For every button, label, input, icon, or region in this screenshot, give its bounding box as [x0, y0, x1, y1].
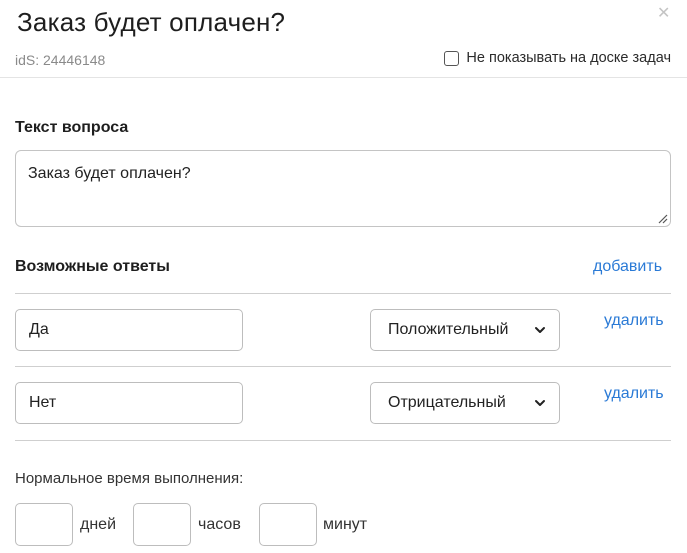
- answer-type-select[interactable]: Положительный: [370, 309, 560, 351]
- header-divider: [0, 77, 687, 78]
- hours-unit-label: часов: [198, 516, 241, 533]
- question-text: Заказ будет оплачен?: [28, 165, 191, 182]
- resize-grip-icon[interactable]: [658, 214, 668, 224]
- minutes-unit-label: минут: [323, 516, 368, 533]
- answer-text-input[interactable]: Нет: [15, 382, 243, 424]
- answer-type-value: Положительный: [388, 321, 509, 338]
- answer-text-value: Да: [29, 321, 49, 338]
- checkbox-box[interactable]: [444, 50, 460, 66]
- chevron-down-icon: [535, 327, 545, 333]
- question-textarea[interactable]: Заказ будет оплачен?: [15, 150, 671, 227]
- modal-title: Заказ будет оплачен?: [17, 7, 286, 37]
- normal-time-label: Нормальное время выполнения:: [15, 470, 244, 487]
- minutes-input[interactable]: [259, 503, 317, 546]
- chevron-down-icon: [535, 400, 545, 406]
- answer-text-input[interactable]: Да: [15, 309, 243, 351]
- delete-answer-link[interactable]: удалить: [604, 312, 664, 330]
- answer-type-value: Отрицательный: [388, 394, 506, 411]
- answers-section-label: Возможные ответы: [15, 258, 170, 275]
- delete-answer-link[interactable]: удалить: [604, 385, 664, 403]
- answer-type-select[interactable]: Отрицательный: [370, 382, 560, 424]
- answers-divider-bottom: [15, 440, 671, 441]
- hours-input[interactable]: [133, 503, 191, 546]
- answer-text-value: Нет: [29, 394, 57, 411]
- answers-divider: [15, 366, 671, 367]
- close-icon[interactable]: ✕: [657, 6, 670, 22]
- answers-divider-top: [15, 293, 671, 294]
- question-section-label: Текст вопроса: [15, 119, 129, 136]
- task-id-label: idS: 24446148: [15, 52, 106, 68]
- days-unit-label: дней: [80, 516, 117, 533]
- days-input[interactable]: [15, 503, 73, 546]
- hide-on-board-checkbox[interactable]: Не показывать на доске задач: [444, 50, 671, 66]
- add-answer-link[interactable]: добавить: [593, 258, 662, 276]
- hide-on-board-label: Не показывать на доске задач: [466, 50, 671, 66]
